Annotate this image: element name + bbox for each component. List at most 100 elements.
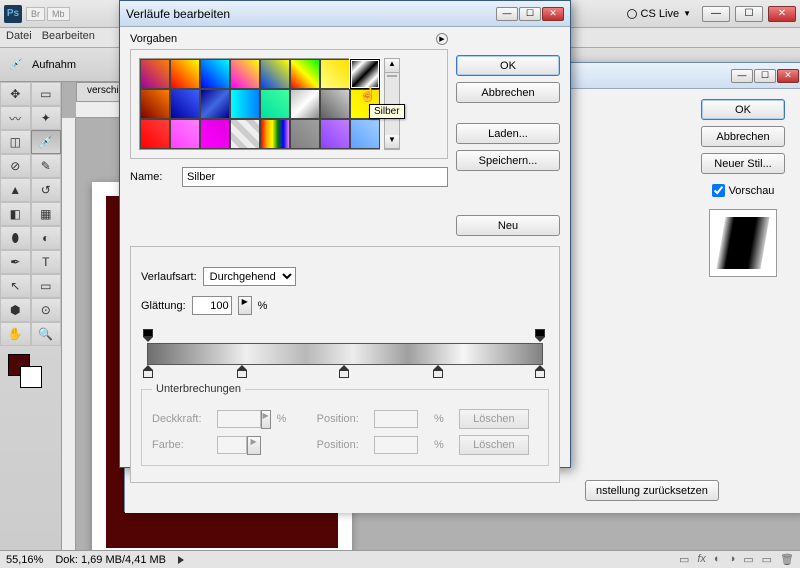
background-swatch[interactable] [20, 366, 42, 388]
status-adjust-icon[interactable]: ◑ [729, 553, 736, 566]
preset-swatch[interactable] [230, 59, 260, 89]
preset-swatch[interactable] [260, 119, 290, 149]
ge-save-button[interactable]: Speichern... [456, 150, 560, 171]
preset-swatch[interactable] [140, 119, 170, 149]
smooth-stepper[interactable]: ▶ [238, 296, 252, 315]
ge-close-button[interactable]: ✕ [542, 7, 564, 21]
preset-swatch[interactable] [140, 59, 170, 89]
ls-preview-input[interactable] [712, 184, 725, 197]
status-flyout-icon[interactable] [178, 556, 184, 564]
scroll-up-icon[interactable]: ▲ [385, 59, 399, 73]
tool-brush[interactable]: ✎ [31, 154, 62, 178]
type-select[interactable]: Durchgehend [203, 267, 296, 286]
preset-swatch[interactable] [350, 59, 380, 89]
preset-swatch[interactable] [260, 59, 290, 89]
menu-edit[interactable]: Bearbeiten [42, 30, 95, 45]
preset-swatch[interactable] [170, 59, 200, 89]
preset-swatch[interactable] [230, 89, 260, 119]
ge-new-button[interactable]: Neu [456, 215, 560, 236]
tool-pen[interactable]: ✒ [0, 250, 31, 274]
minibridge-ext-icon[interactable]: Mb [47, 7, 70, 21]
tool-crop[interactable]: ◫ [0, 130, 31, 154]
presets-flyout-icon[interactable]: ▶ [436, 33, 448, 45]
ls-reset-button[interactable]: nstellung zurücksetzen [585, 480, 719, 501]
tool-marquee[interactable]: ▭ [31, 82, 62, 106]
ls-maximize-button[interactable]: ☐ [754, 69, 776, 83]
menu-file[interactable]: Datei [6, 30, 32, 45]
cs-live-caret-icon[interactable] [627, 9, 637, 19]
zoom-level[interactable]: 55,16% [6, 554, 43, 566]
tool-lasso[interactable]: 〰 [0, 106, 31, 130]
preset-swatch[interactable] [200, 89, 230, 119]
preset-swatch[interactable] [230, 119, 260, 149]
preset-swatch[interactable] [350, 119, 380, 149]
tool-wand[interactable]: ✦ [31, 106, 62, 130]
name-input[interactable] [182, 167, 448, 187]
presets-grid[interactable] [139, 58, 380, 150]
ge-maximize-button[interactable]: ☐ [519, 7, 541, 21]
opacity-stop[interactable] [143, 329, 153, 341]
bridge-ext-icon[interactable]: Br [26, 7, 45, 21]
tool-select[interactable]: ↖ [0, 274, 31, 298]
tool-hand[interactable]: ✋ [0, 322, 31, 346]
preset-swatch[interactable] [320, 59, 350, 89]
app-maximize-button[interactable]: ☐ [735, 6, 763, 22]
gradient-edit-strip[interactable] [141, 329, 549, 377]
scroll-thumb[interactable] [387, 75, 397, 77]
tool-blur[interactable]: ⬮ [0, 226, 31, 250]
app-minimize-button[interactable]: — [702, 6, 730, 22]
ge-load-button[interactable]: Laden... [456, 123, 560, 144]
ls-new-style-button[interactable]: Neuer Stil... [701, 153, 785, 174]
preset-swatch[interactable] [320, 89, 350, 119]
ge-ok-button[interactable]: OK [456, 55, 560, 76]
color-stop[interactable] [535, 365, 545, 377]
status-folder-icon[interactable]: ▭ [743, 553, 753, 566]
tool-history[interactable]: ↺ [31, 178, 62, 202]
ge-minimize-button[interactable]: — [496, 7, 518, 21]
preset-swatch[interactable] [200, 119, 230, 149]
preset-swatch[interactable] [290, 89, 320, 119]
ge-titlebar[interactable]: Verläufe bearbeiten — ☐ ✕ [120, 1, 570, 27]
preset-swatch[interactable] [140, 89, 170, 119]
preset-swatch[interactable] [290, 59, 320, 89]
preset-swatch[interactable] [260, 89, 290, 119]
status-mask-icon[interactable]: ◐ [714, 553, 721, 566]
status-fx-icon[interactable]: fx [697, 553, 706, 566]
preset-swatch[interactable] [290, 119, 320, 149]
tool-gradient[interactable]: ▦ [31, 202, 62, 226]
tool-zoom[interactable]: 🔍 [31, 322, 62, 346]
tool-type[interactable]: T [31, 250, 62, 274]
cs-live-label[interactable]: CS Live [641, 8, 680, 20]
status-icon[interactable]: ▭ [679, 553, 689, 566]
tool-shape[interactable]: ▭ [31, 274, 62, 298]
gradient-bar[interactable] [147, 343, 543, 365]
ls-ok-button[interactable]: OK [701, 99, 785, 120]
smooth-input[interactable] [192, 296, 232, 315]
status-icon-2[interactable]: ▭ [762, 553, 772, 566]
scroll-down-icon[interactable]: ▼ [385, 135, 399, 149]
preset-swatch[interactable] [200, 59, 230, 89]
tool-dodge[interactable]: ◐ [31, 226, 62, 250]
tool-eraser[interactable]: ◧ [0, 202, 31, 226]
color-stop[interactable] [143, 365, 153, 377]
preset-swatch[interactable] [320, 119, 350, 149]
tool-move[interactable]: ✥ [0, 82, 31, 106]
tool-heal[interactable]: ⊘ [0, 154, 31, 178]
ls-preview-checkbox[interactable]: Vorschau [712, 184, 775, 197]
cs-live-dropdown-icon[interactable]: ▼ [683, 9, 691, 18]
ls-cancel-button[interactable]: Abbrechen [701, 126, 785, 147]
tool-eyedropper[interactable]: 💉 [31, 130, 62, 154]
opacity-stop[interactable] [535, 329, 545, 341]
tool-3d[interactable]: ⬢ [0, 298, 31, 322]
ge-cancel-button[interactable]: Abbrechen [456, 82, 560, 103]
preset-swatch[interactable] [170, 119, 200, 149]
color-stop[interactable] [339, 365, 349, 377]
status-trash-icon[interactable]: 🗑 [780, 553, 794, 566]
tool-stamp[interactable]: ▲ [0, 178, 31, 202]
ls-minimize-button[interactable]: — [731, 69, 753, 83]
tool-camera[interactable]: ⊙ [31, 298, 62, 322]
color-stop[interactable] [433, 365, 443, 377]
color-stop[interactable] [237, 365, 247, 377]
app-close-button[interactable]: ✕ [768, 6, 796, 22]
preset-swatch[interactable] [170, 89, 200, 119]
